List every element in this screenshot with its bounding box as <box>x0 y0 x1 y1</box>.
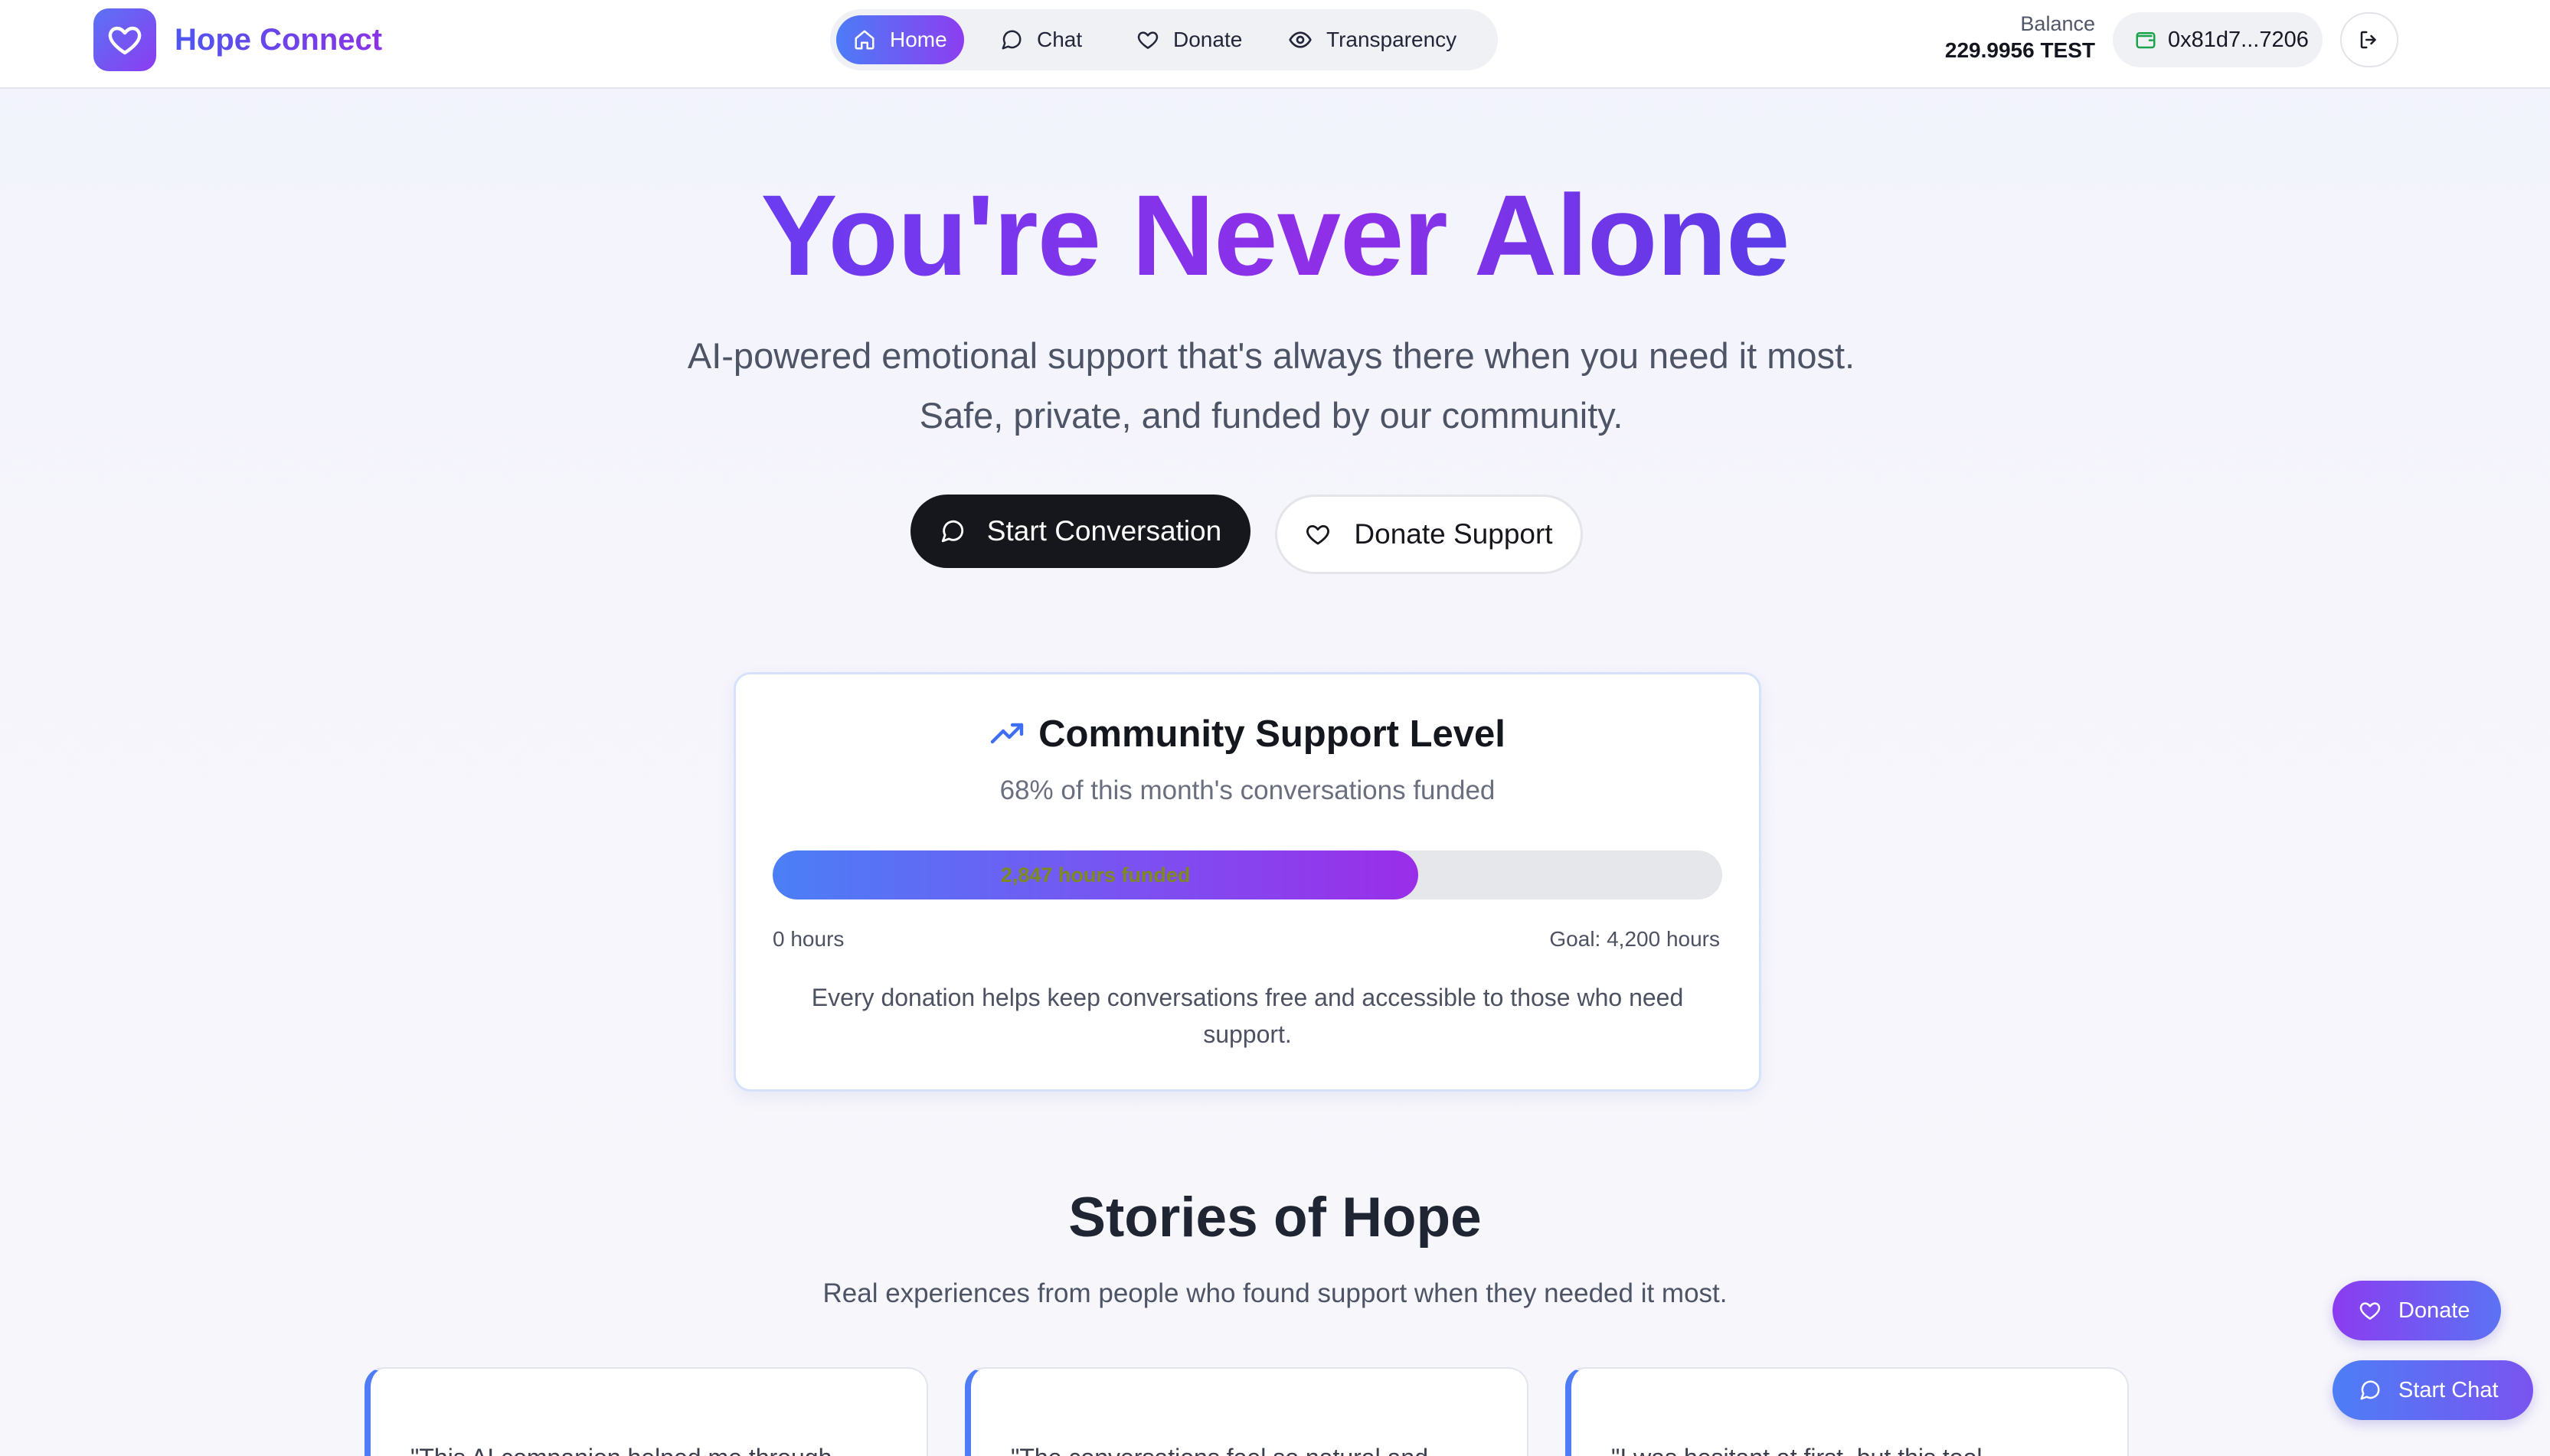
chat-bubble-icon <box>941 520 963 543</box>
home-icon <box>855 30 875 50</box>
start-conversation-label: Start Conversation <box>986 515 1222 547</box>
balance-display: Balance 229.9956 TEST <box>1945 11 2095 64</box>
story-card: "This AI companion helped me through <box>365 1367 928 1456</box>
nav-item-label: Home <box>890 28 947 51</box>
support-title-text: Community Support Level <box>1038 713 1505 755</box>
logout-icon <box>2360 31 2376 49</box>
chat-bubble-icon <box>1002 30 1022 50</box>
story-quote: "This AI companion helped me through <box>410 1444 901 1456</box>
balance-value: 229.9956 TEST <box>1944 38 2095 62</box>
hero-title-text: You're Never Alone <box>760 171 1790 299</box>
nav-item-donate[interactable]: Donate <box>1120 15 1259 64</box>
story-quote: "I was hesitant at first, but this tool <box>1611 1444 2101 1456</box>
wallet-address: 0x81d7...7206 <box>2168 27 2309 52</box>
hero-subtitle: AI-powered emotional support that's alwa… <box>687 335 1855 436</box>
story-card: "I was hesitant at first, but this tool <box>1565 1367 2129 1456</box>
logout-button[interactable] <box>2340 12 2398 67</box>
heart-icon <box>1306 524 1330 545</box>
donate-support-label: Donate Support <box>1354 518 1553 550</box>
brand-name[interactable]: Hope Connect <box>175 21 382 58</box>
main-navigation: Home Chat Donate Transparency <box>830 9 1498 70</box>
donate-support-button[interactable]: Donate Support <box>1275 495 1583 574</box>
start-conversation-button[interactable]: Start Conversation <box>910 495 1250 568</box>
story-quote: "The conversations feel so natural and <box>1011 1444 1501 1456</box>
floating-donate-button[interactable]: Donate <box>2333 1281 2501 1340</box>
stories-heading: Stories of Hope <box>1068 1187 1482 1249</box>
support-card-title: Community Support Level <box>736 713 1759 756</box>
stories-subtitle: Real experiences from people who found s… <box>822 1278 1728 1308</box>
funding-progress-label: 2,847 hours funded <box>1000 863 1191 886</box>
nav-item-label: Transparency <box>1326 28 1457 51</box>
floating-chat-label: Start Chat <box>2398 1377 2499 1402</box>
heart-icon <box>2359 1302 2381 1320</box>
nav-item-label: Donate <box>1173 28 1243 51</box>
nav-item-transparency[interactable]: Transparency <box>1271 15 1473 64</box>
funding-progress-bar: 2,847 hours funded <box>773 850 1722 899</box>
heart-icon <box>1137 31 1159 49</box>
nav-item-chat[interactable]: Chat <box>983 15 1099 64</box>
hero-title: You're Never Alone <box>0 170 2550 300</box>
donation-note: Every donation helps keep conversations … <box>811 984 1684 1048</box>
progress-scale-min: 0 hours <box>773 927 845 951</box>
top-navigation-bar: Hope Connect Home Chat Donate Transparen… <box>0 0 2550 89</box>
wallet-icon <box>2136 32 2156 49</box>
balance-label: Balance <box>2020 12 2095 35</box>
progress-scale-goal: Goal: 4,200 hours <box>1549 927 1720 951</box>
trending-up-icon <box>990 723 1024 744</box>
story-card: "The conversations feel so natural and <box>965 1367 1528 1456</box>
wallet-address-button[interactable]: 0x81d7...7206 <box>2113 12 2323 67</box>
brand-logo[interactable] <box>93 8 156 71</box>
community-support-card: Community Support Level 68% of this mont… <box>734 672 1761 1092</box>
eye-icon <box>1289 31 1312 48</box>
floating-donate-label: Donate <box>2398 1298 2470 1323</box>
support-subtitle: 68% of this month's conversations funded <box>999 775 1496 805</box>
chat-bubble-icon <box>2360 1380 2380 1400</box>
heart-icon <box>108 26 142 55</box>
floating-start-chat-button[interactable]: Start Chat <box>2333 1360 2533 1420</box>
nav-item-label: Chat <box>1037 28 1083 51</box>
nav-item-home[interactable]: Home <box>836 15 964 64</box>
